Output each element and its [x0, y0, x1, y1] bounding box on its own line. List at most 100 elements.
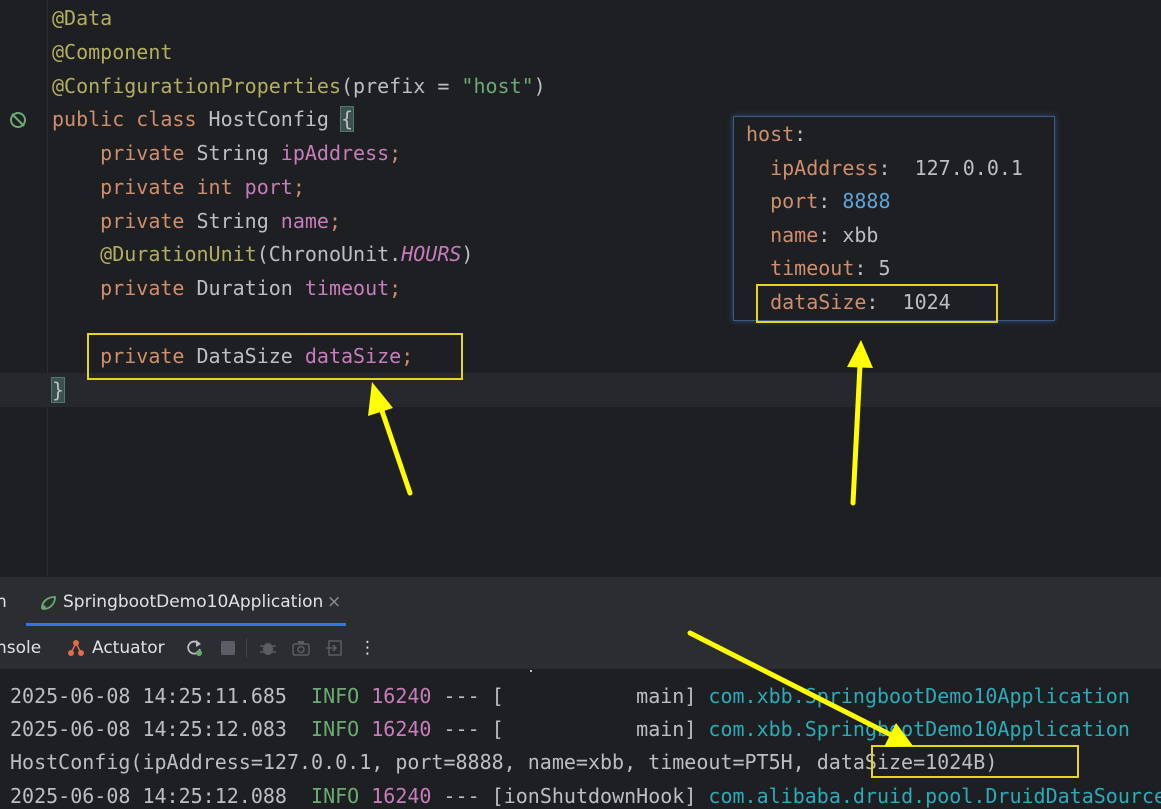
run-tool-window-tabs: n SpringbootDemo10Application × [0, 576, 1161, 626]
token: INFO [311, 684, 360, 708]
console-output[interactable]: 2025-06-08 14:25:11.685 INFO 16240 --- [… [0, 670, 1161, 809]
token: HostConfig [208, 107, 341, 131]
token: 16240 [371, 784, 432, 808]
stop-icon[interactable] [218, 638, 238, 658]
token: private [52, 276, 197, 300]
token: (ChronoUnit. [256, 242, 402, 266]
code-line-class-declaration: public class HostConfig { [52, 102, 355, 136]
yaml-datasize-highlight [756, 284, 998, 323]
token: : [818, 189, 843, 213]
token: 2025-06-08 14:25:12.083 [10, 717, 312, 741]
console-datasize-highlight [871, 745, 1079, 778]
token: @ConfigurationProperties [52, 74, 341, 98]
token: INFO [311, 784, 360, 808]
yaml-line-timeout: timeout: 5 [746, 251, 891, 285]
yaml-line-ipaddress: ipAddress: 127.0.0.1 [746, 151, 1023, 185]
gutter-divider [47, 0, 48, 576]
token: timeout [746, 256, 855, 280]
token: 2025-06-08 14:25:11.685 [10, 684, 312, 708]
token: public class [52, 107, 209, 131]
code-line-name-field: private String name; [52, 204, 341, 238]
token: @Data [52, 6, 113, 30]
token: name [746, 223, 819, 247]
run-tab-springboot-demo10[interactable]: SpringbootDemo10Application [63, 577, 323, 627]
token: ipAddress [280, 141, 390, 165]
token: : [794, 122, 807, 146]
token: name [280, 209, 329, 233]
token: ; [389, 276, 402, 300]
token: timeout [304, 276, 390, 300]
more-options-icon[interactable]: ⋮ [359, 626, 376, 670]
code-line-configuration-properties: @ConfigurationProperties(prefix = "host"… [52, 69, 546, 103]
rerun-icon[interactable] [184, 638, 204, 658]
code-line-data-annotation: @Data [52, 1, 112, 35]
code-line-ipaddress-field: private String ipAddress; [52, 136, 401, 170]
token: @Component [52, 40, 173, 64]
log-line-hostconfig: HostConfig(ipAddress=127.0.0.1, port=888… [10, 745, 997, 779]
token: String [196, 141, 281, 165]
yaml-line-name: name: xbb [746, 218, 878, 252]
token: private int [52, 175, 245, 199]
token: : 127.0.0.1 [878, 156, 1023, 180]
exit-icon[interactable] [325, 638, 345, 658]
token: 2025-06-08 14:25:12.088 [10, 784, 312, 808]
token: host [746, 122, 795, 146]
yaml-line-port: port: 8888 [746, 184, 891, 218]
token: 16240 [371, 684, 432, 708]
token: --- [ionShutdownHook] [431, 784, 709, 808]
console-tab[interactable]: nsole [0, 626, 41, 670]
token: ) [533, 74, 546, 98]
code-editor[interactable]: @Data @Component @ConfigurationPropertie… [0, 0, 1161, 576]
token: private [52, 141, 197, 165]
token: port [244, 175, 293, 199]
actuator-icon [68, 640, 84, 656]
token: ) [461, 242, 474, 266]
code-line-port-field: private int port; [52, 170, 305, 204]
token: HOURS [401, 242, 462, 266]
token: Duration [196, 276, 305, 300]
datasize-field-highlight [87, 333, 463, 380]
log-line-partial [530, 670, 536, 672]
token: (prefix = [340, 74, 462, 98]
yaml-line-host: host: [746, 117, 806, 151]
token: 16240 [371, 717, 432, 741]
token: HostConfig(ipAddress=127.0.0.1, port=888… [10, 750, 998, 774]
log-line-info-2: 2025-06-08 14:25:12.083 INFO 16240 --- [… [10, 712, 1130, 746]
close-icon[interactable]: × [327, 577, 341, 627]
token: String [196, 209, 281, 233]
log-line-info-1: 2025-06-08 14:25:11.685 INFO 16240 --- [… [10, 679, 1130, 713]
run-toolbar: nsole Actuator ⋮ [0, 626, 1161, 670]
token: port [746, 189, 819, 213]
token: private [52, 209, 197, 233]
code-line-duration-unit-annotation: @DurationUnit(ChronoUnit.HOURS) [52, 237, 473, 271]
spring-boot-run-icon [41, 596, 56, 610]
token: --- [ main] [431, 684, 709, 708]
token: ; [292, 175, 305, 199]
token: INFO [311, 717, 360, 741]
token: com.alibaba.druid.pool.DruidDataSource [708, 784, 1161, 808]
spring-bean-icon[interactable] [8, 110, 28, 130]
token: com.xbb.SpringbootDemo10Application [708, 717, 1130, 741]
code-line-timeout-field: private Duration timeout; [52, 271, 401, 305]
debug-icon[interactable] [258, 638, 278, 658]
log-line-shutdown: 2025-06-08 14:25:12.088 INFO 16240 --- [… [10, 779, 1161, 809]
token: "host" [461, 74, 534, 98]
left-tab-fragment[interactable]: n [0, 577, 7, 627]
camera-icon[interactable] [291, 638, 311, 658]
actuator-tab[interactable]: Actuator [92, 626, 165, 670]
token: --- [ main] [431, 717, 709, 741]
token: ipAddress [746, 156, 879, 180]
toolbar-separator [246, 638, 247, 658]
token: com.xbb.SpringbootDemo10Application [708, 684, 1130, 708]
token: @DurationUnit [52, 242, 257, 266]
token: ; [389, 141, 402, 165]
token: ; [328, 209, 342, 233]
token: : xbb [818, 223, 879, 247]
token: 8888 [842, 189, 891, 213]
token: { [339, 106, 355, 132]
token: } [50, 377, 66, 403]
token: : 5 [854, 256, 891, 280]
